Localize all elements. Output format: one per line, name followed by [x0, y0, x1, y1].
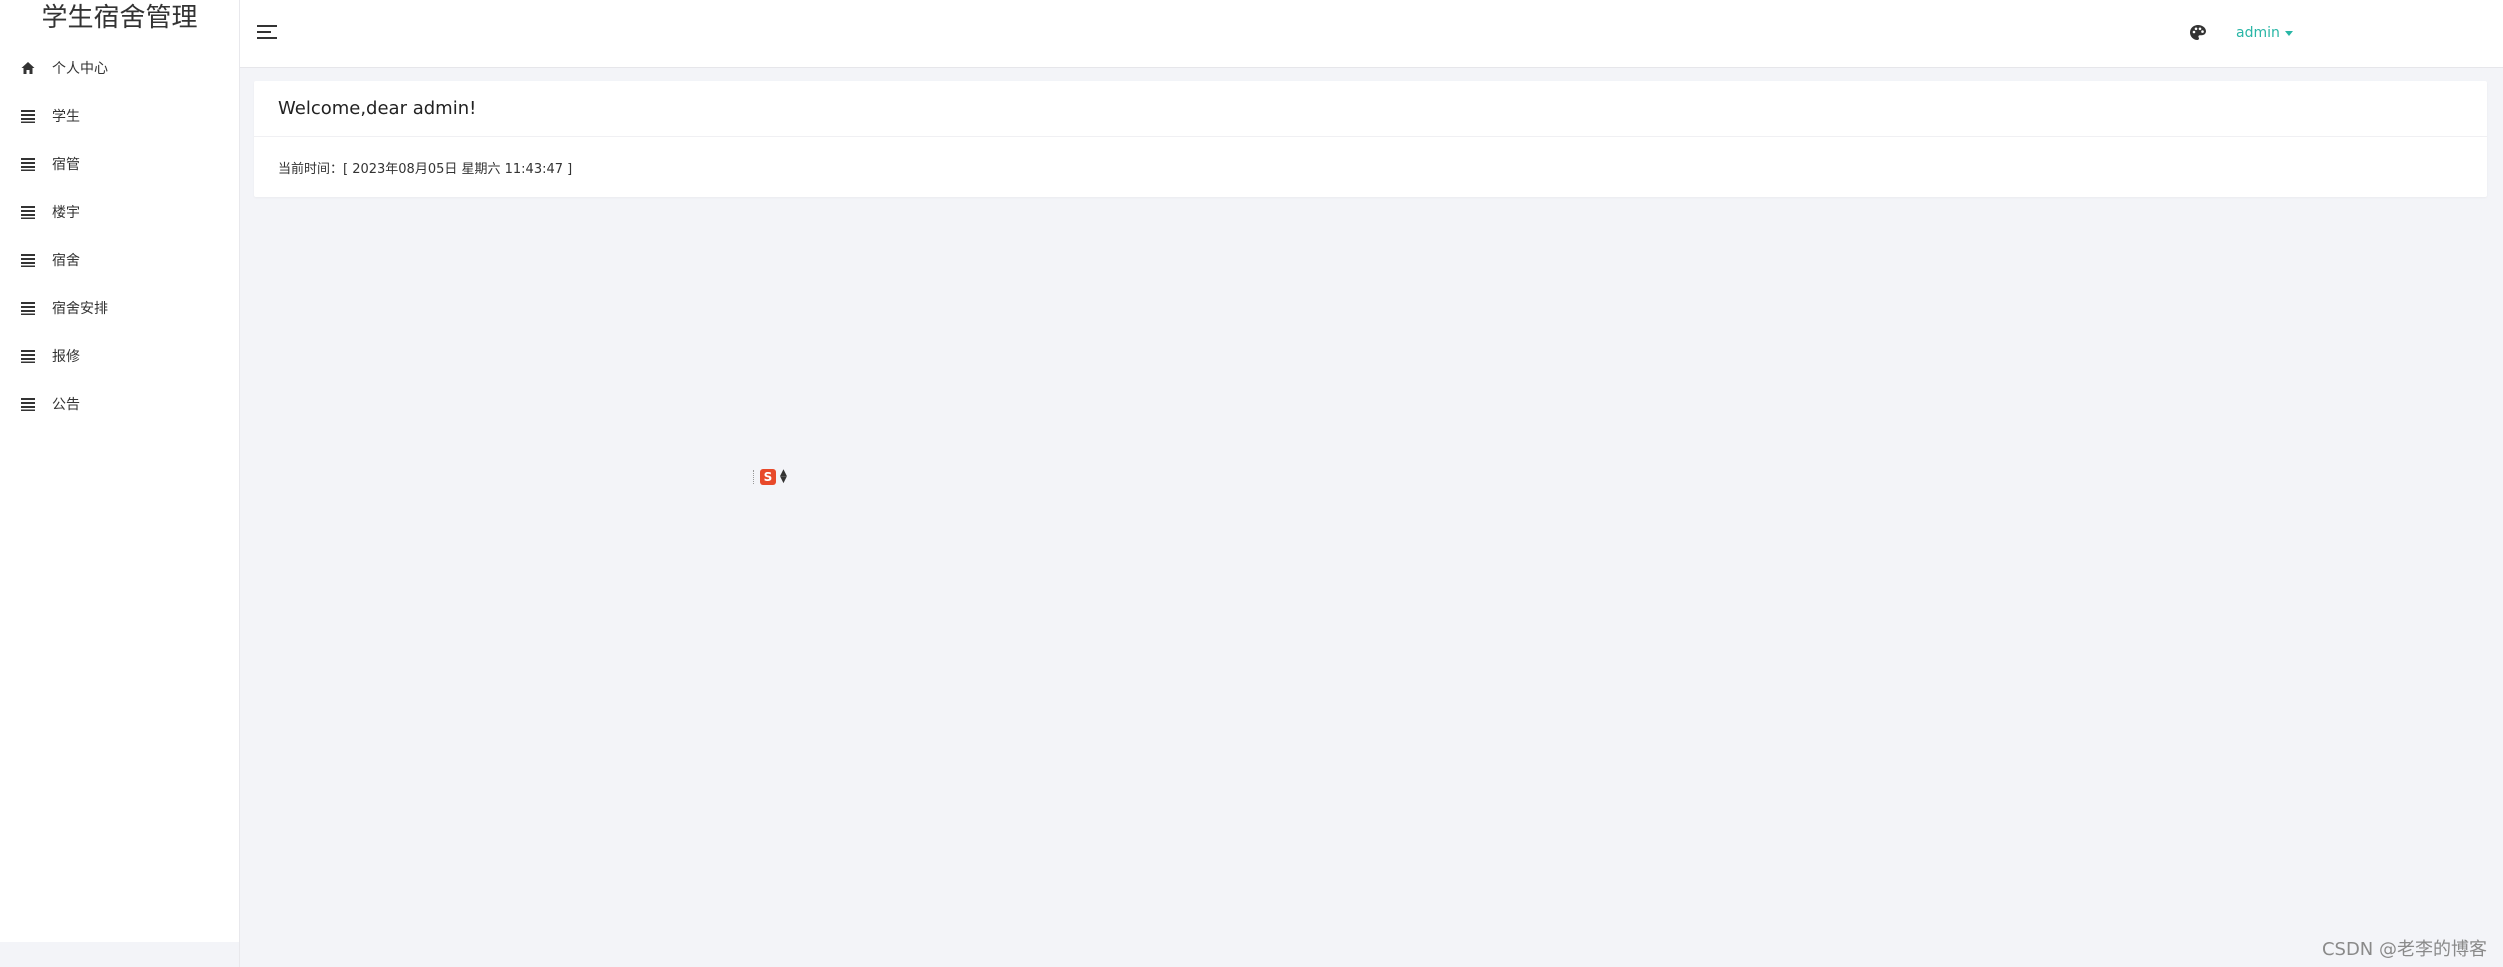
sidebar-item-dorms[interactable]: 宿舍 — [0, 236, 239, 284]
sidebar-item-buildings[interactable]: 楼宇 — [0, 188, 239, 236]
sidebar-item-dorm-managers[interactable]: 宿管 — [0, 140, 239, 188]
list-icon — [20, 396, 36, 412]
sidebar-item-label: 个人中心 — [52, 61, 108, 77]
list-icon — [20, 204, 36, 220]
sidebar-item-repairs[interactable]: 报修 — [0, 332, 239, 380]
list-icon — [20, 108, 36, 124]
watermark: CSDN @老李的博客 — [2321, 939, 2487, 960]
menu-toggle-icon[interactable] — [256, 22, 278, 42]
caret-down-icon — [2284, 30, 2293, 36]
palette-icon[interactable] — [2188, 23, 2208, 43]
list-icon — [20, 252, 36, 268]
current-time: 当前时间：[ 2023年08月05日 星期六 11:43:47 ] — [278, 161, 573, 177]
list-icon — [20, 300, 36, 316]
sidebar-item-label: 宿舍安排 — [52, 301, 108, 317]
top-bar: admin — [240, 0, 2503, 68]
list-icon — [20, 348, 36, 364]
sidebar-item-personal-center[interactable]: 个人中心 — [0, 44, 239, 92]
input-method-logo-icon: S — [760, 469, 776, 485]
sidebar-item-label: 学生 — [52, 109, 80, 125]
drag-handle-icon[interactable] — [753, 470, 756, 484]
welcome-card: Welcome,dear admin! 当前时间：[ 2023年08月05日 星… — [254, 81, 2487, 197]
sidebar-item-label: 宿管 — [52, 157, 80, 173]
floating-toolbar[interactable]: S ▲ ▼ — [753, 466, 797, 488]
list-icon — [20, 156, 36, 172]
welcome-title: Welcome,dear admin! — [254, 81, 2487, 137]
sidebar-item-label: 楼宇 — [52, 205, 80, 221]
expand-arrows-icon[interactable]: ▲ ▼ — [780, 469, 787, 485]
user-name: admin — [2236, 25, 2280, 41]
sidebar-item-label: 报修 — [52, 349, 80, 365]
sidebar-menu: 个人中心 学生 宿管 楼宇 宿舍 宿舍安排 报修 公告 — [0, 44, 239, 428]
app-title: 学生宿舍管理 — [41, 3, 198, 33]
sidebar-footer — [0, 942, 240, 967]
sidebar-item-dorm-assignment[interactable]: 宿舍安排 — [0, 284, 239, 332]
sidebar-item-announcements[interactable]: 公告 — [0, 380, 239, 428]
sidebar-item-label: 宿舍 — [52, 253, 80, 269]
user-dropdown[interactable]: admin — [2236, 22, 2293, 44]
home-icon — [20, 60, 36, 76]
sidebar: 学生宿舍管理 个人中心 学生 宿管 楼宇 宿舍 宿舍安排 报修 公告 — [0, 0, 240, 942]
sidebar-item-label: 公告 — [52, 397, 80, 413]
sidebar-item-students[interactable]: 学生 — [0, 92, 239, 140]
